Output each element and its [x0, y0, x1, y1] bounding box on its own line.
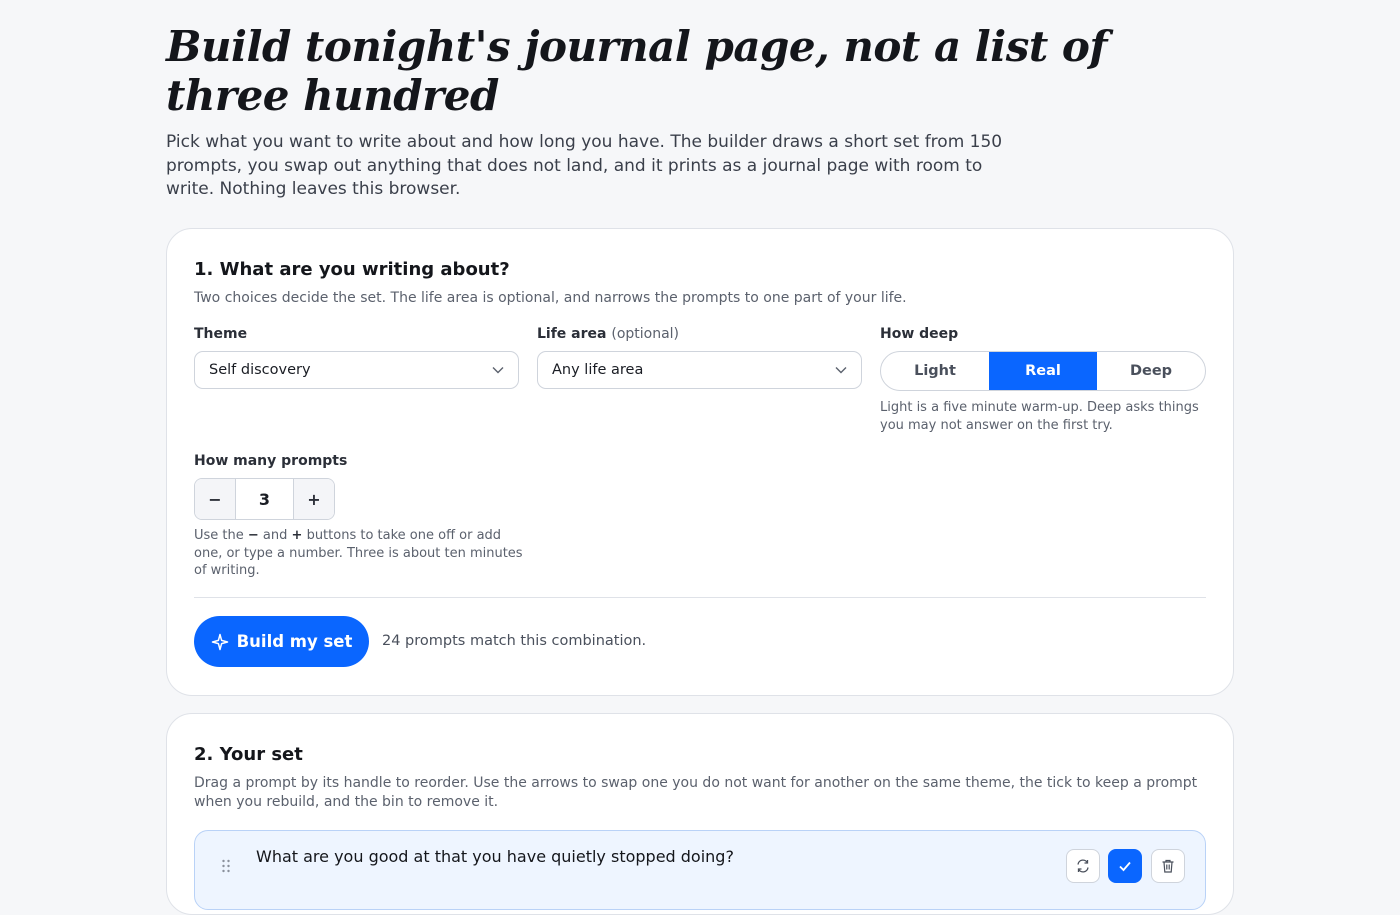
hint-text-mid: and	[258, 528, 292, 543]
theme-label: Theme	[194, 326, 248, 342]
hint-minus: −	[247, 528, 259, 543]
step-2-card: 2. Your set Drag a prompt by its handle …	[166, 713, 1234, 915]
increment-button[interactable]: +	[294, 479, 334, 519]
step-2-description: Drag a prompt by its handle to reorder. …	[194, 775, 1198, 810]
remove-prompt-button[interactable]	[1151, 849, 1185, 883]
depth-option-light[interactable]: Light	[881, 352, 989, 390]
hint-plus: +	[291, 528, 303, 543]
prompt-text: What are you good at that you have quiet…	[256, 847, 734, 866]
life-area-optional-text: (optional)	[611, 326, 680, 342]
prompt-count-label: How many prompts	[194, 453, 348, 469]
theme-select[interactable]: Self discovery	[194, 351, 519, 389]
life-area-select[interactable]: Any life area	[537, 351, 862, 389]
depth-option-deep[interactable]: Deep	[1097, 352, 1205, 390]
chevron-down-icon	[835, 367, 847, 374]
drag-handle-icon[interactable]	[221, 859, 231, 873]
chevron-down-icon	[492, 367, 504, 374]
swap-prompt-button[interactable]	[1066, 849, 1100, 883]
depth-hint: Light is a five minute warm-up. Deep ask…	[880, 400, 1199, 433]
check-icon	[1119, 861, 1131, 872]
depth-segmented-control: Light Real Deep	[880, 351, 1206, 391]
prompt-count-hint: Use the − and + buttons to take one off …	[194, 527, 524, 580]
page-intro: Pick what you want to write about and ho…	[166, 132, 1003, 199]
divider	[194, 597, 1206, 598]
build-set-label: Build my set	[236, 632, 353, 651]
prompt-count-stepper: − 3 +	[194, 478, 335, 520]
trash-icon	[1162, 859, 1174, 873]
build-set-button[interactable]: Build my set	[194, 616, 369, 667]
keep-prompt-button[interactable]	[1108, 849, 1142, 883]
match-count-text: 24 prompts match this combination.	[382, 633, 647, 649]
prompt-count-input[interactable]: 3	[235, 479, 294, 519]
step-1-description: Two choices decide the set. The life are…	[194, 290, 907, 306]
step-1-heading: 1. What are you writing about?	[194, 259, 510, 280]
theme-select-value: Self discovery	[209, 362, 311, 378]
decrement-button[interactable]: −	[195, 479, 235, 519]
life-area-select-value: Any life area	[552, 362, 644, 378]
page-title: Build tonight's journal page, not a list…	[166, 22, 1107, 120]
depth-label: How deep	[880, 326, 959, 342]
life-area-label-text: Life area	[537, 326, 607, 342]
life-area-label: Life area (optional)	[537, 326, 679, 342]
depth-option-real[interactable]: Real	[989, 352, 1097, 390]
step-2-heading: 2. Your set	[194, 744, 303, 765]
prompt-item: What are you good at that you have quiet…	[194, 830, 1206, 910]
sparkle-icon	[211, 633, 228, 650]
hint-text-pre: Use the	[194, 528, 248, 543]
step-1-card: 1. What are you writing about? Two choic…	[166, 228, 1234, 696]
swap-arrows-icon	[1077, 859, 1089, 873]
